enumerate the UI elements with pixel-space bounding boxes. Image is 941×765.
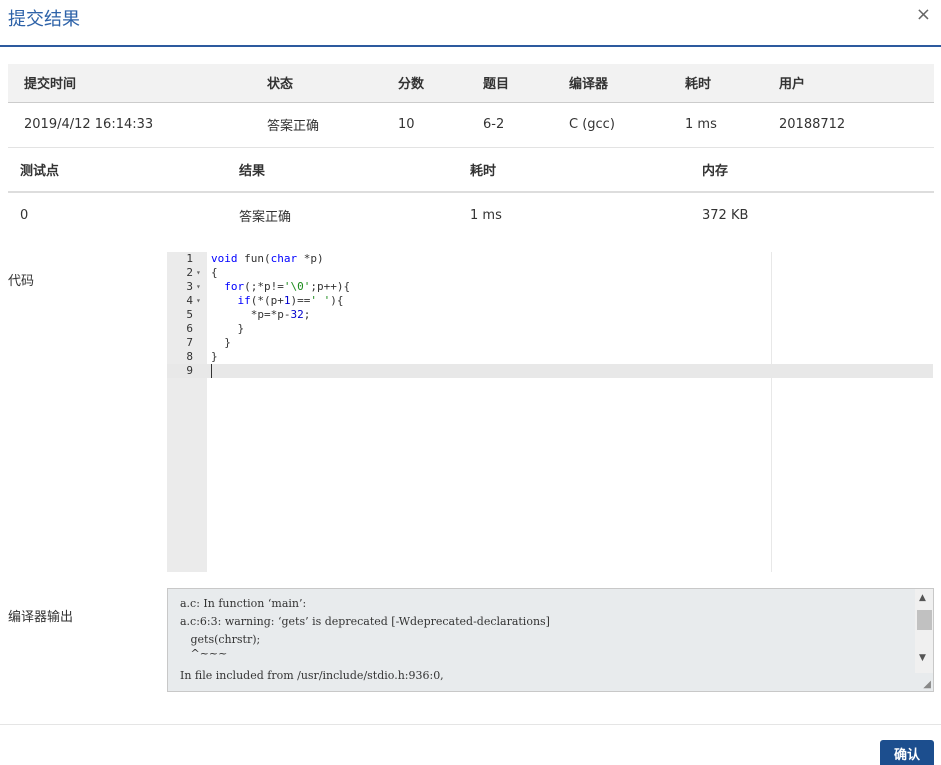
- resize-handle-icon[interactable]: ◢: [923, 679, 931, 690]
- code-line: 4 ▾ if(*(p+1)==' '){: [167, 294, 933, 308]
- line-number: 8: [186, 350, 193, 363]
- table-row: 2019/4/12 16:14:33 答案正确 10 6-2 C (gcc) 1…: [8, 102, 934, 148]
- line-number: 9: [186, 364, 193, 377]
- line-number: 1: [186, 252, 193, 265]
- user-cell: 20188712: [779, 102, 934, 148]
- code-editor[interactable]: 1 void fun(char *p) 2 ▾ { 3 ▾ for(;*p!='…: [167, 252, 933, 572]
- table-header-row: 提交时间 状态 分数 题目 编译器 耗时 用户: [8, 64, 934, 103]
- col-header-result: 结果: [239, 148, 470, 193]
- code-line: 2 ▾ {: [167, 266, 933, 280]
- testcase-table: 测试点 结果 耗时 内存 0 答案正确 1 ms 372 KB: [8, 148, 934, 237]
- line-number: 7: [186, 336, 193, 349]
- code-line: 8 }: [167, 350, 933, 364]
- submit-time-cell: 2019/4/12 16:14:33: [8, 102, 267, 148]
- scroll-up-icon[interactable]: ▲: [919, 593, 926, 603]
- dialog-header: 提交结果 ×: [0, 0, 941, 47]
- table-header-row: 测试点 结果 耗时 内存: [8, 148, 934, 193]
- text-cursor: [211, 364, 212, 378]
- output-line: a.c: In function ‘main’:: [180, 597, 307, 610]
- fold-arrow-icon[interactable]: ▾: [196, 280, 201, 294]
- col-header-elapsed: 耗时: [685, 64, 779, 103]
- col-header-testcase: 测试点: [8, 148, 239, 193]
- code-line: 1 void fun(char *p): [167, 252, 933, 266]
- line-number: 5: [186, 308, 193, 321]
- scrollbar-thumb[interactable]: [917, 610, 932, 630]
- compiler-cell: C (gcc): [569, 102, 685, 148]
- elapsed-cell: 1 ms: [470, 207, 502, 223]
- elapsed-cell: 1 ms: [685, 102, 779, 148]
- close-icon[interactable]: ×: [916, 4, 931, 26]
- scroll-down-icon[interactable]: ▼: [919, 653, 926, 663]
- code-line: 7 }: [167, 336, 933, 350]
- memory-cell: 372 KB: [702, 207, 749, 223]
- testcase-cell: 0: [20, 207, 29, 223]
- submission-result-dialog: 提交结果 × 提交时间 状态 分数 题目 编译器 耗时 用户 2019/4/12…: [0, 0, 941, 765]
- code-line: 6 }: [167, 322, 933, 336]
- footer-divider: [0, 724, 941, 725]
- line-number: 3: [186, 280, 193, 293]
- code-text: }: [211, 350, 218, 363]
- vertical-scrollbar[interactable]: ▲ ▼: [915, 589, 933, 673]
- col-header-user: 用户: [779, 64, 934, 103]
- line-number: 2: [186, 266, 193, 279]
- col-header-elapsed: 耗时: [470, 148, 702, 193]
- code-line-active: 9: [167, 364, 933, 378]
- compiler-output-label: 编译器输出: [8, 610, 74, 625]
- line-number: 4: [186, 294, 193, 307]
- code-line: 5 *p=*p-32;: [167, 308, 933, 322]
- status-cell: 答案正确: [267, 102, 398, 148]
- code-text: if(*(p+1)==' '){: [237, 294, 344, 307]
- problem-link[interactable]: 6-2: [483, 102, 569, 148]
- code-text: void fun(char *p): [211, 252, 324, 265]
- line-number: 6: [186, 322, 193, 335]
- submission-table: 提交时间 状态 分数 题目 编译器 耗时 用户 2019/4/12 16:14:…: [8, 64, 934, 148]
- code-text: }: [211, 322, 245, 335]
- score-cell: 10: [398, 102, 483, 148]
- col-header-status: 状态: [267, 64, 398, 103]
- table-row: 0 答案正确 1 ms 372 KB: [8, 192, 934, 237]
- dialog-title: 提交结果: [8, 9, 80, 30]
- col-header-submit-time: 提交时间: [8, 64, 267, 103]
- col-header-memory: 内存: [702, 148, 934, 193]
- code-text: {: [211, 266, 218, 279]
- output-line: ^~~~: [180, 647, 228, 660]
- output-line: gets(chrstr);: [180, 633, 261, 646]
- output-line: In file included from /usr/include/stdio…: [180, 669, 444, 682]
- confirm-button[interactable]: 确认: [880, 740, 934, 765]
- fold-arrow-icon[interactable]: ▾: [196, 266, 201, 280]
- compiler-output-box[interactable]: a.c: In function ‘main’: a.c:6:3: warnin…: [167, 588, 934, 692]
- result-cell: 答案正确: [239, 209, 292, 225]
- code-line: 3 ▾ for(;*p!='\0';p++){: [167, 280, 933, 294]
- code-text: for(;*p!='\0';p++){: [224, 280, 351, 293]
- fold-arrow-icon[interactable]: ▾: [196, 294, 201, 308]
- code-text: *p=*p-32;: [211, 308, 311, 321]
- code-label: 代码: [8, 274, 35, 289]
- col-header-compiler: 编译器: [569, 64, 685, 103]
- output-line: a.c:6:3: warning: ‘gets’ is deprecated […: [180, 615, 550, 628]
- col-header-score: 分数: [398, 64, 483, 103]
- code-text: }: [211, 336, 231, 349]
- col-header-problem: 题目: [483, 64, 569, 103]
